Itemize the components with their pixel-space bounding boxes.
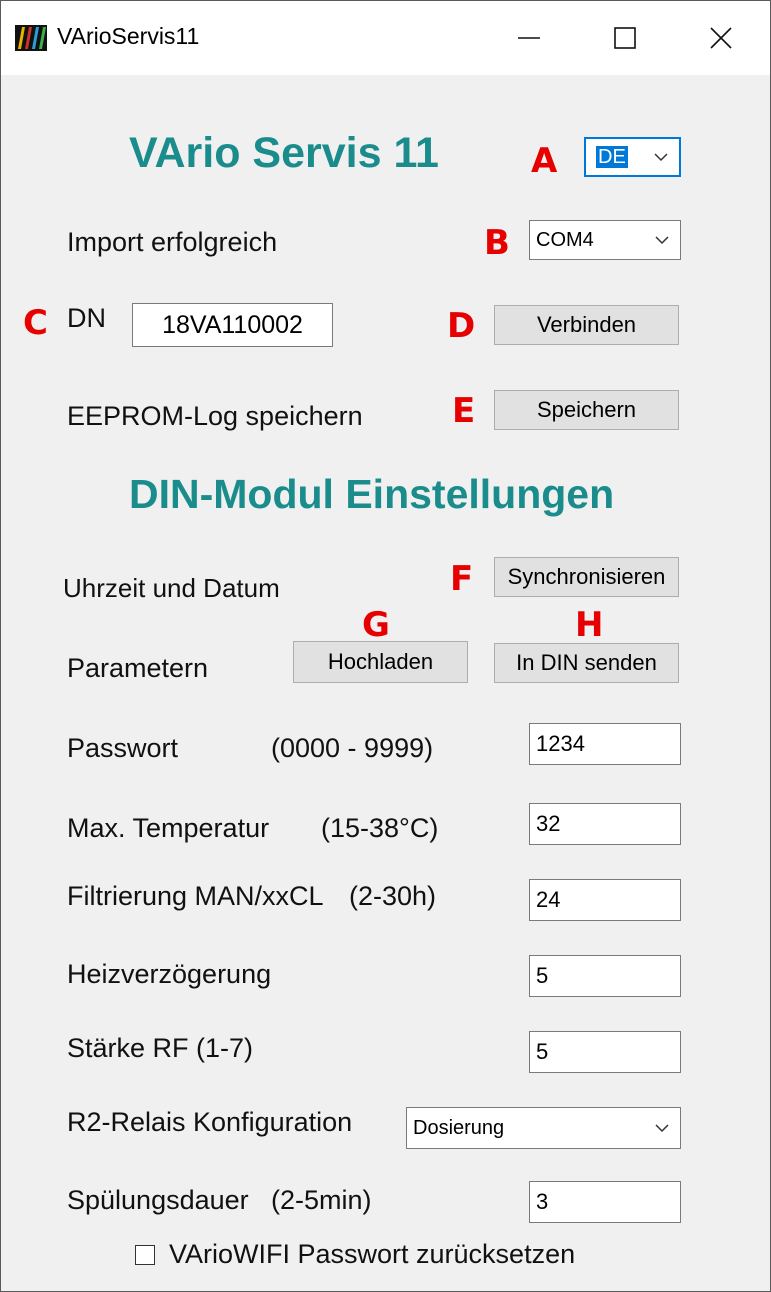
app-heading: VArio Servis 11 <box>129 129 439 177</box>
flush-duration-label: Spülungsdauer <box>67 1185 249 1215</box>
r2-relay-config-value: Dosierung <box>413 1116 505 1139</box>
parameters-label: Parametern <box>67 653 209 683</box>
chevron-down-icon <box>644 1123 680 1133</box>
minimize-icon <box>518 37 540 39</box>
marker-e: E <box>452 391 476 431</box>
dn-label: DN <box>67 303 106 333</box>
marker-d: D <box>447 306 476 346</box>
save-eeprom-button[interactable]: Speichern <box>494 390 679 430</box>
title-bar: VArioServis11 <box>1 1 770 75</box>
marker-f: F <box>450 559 474 599</box>
chevron-down-icon <box>644 235 680 245</box>
maximize-button[interactable] <box>577 1 673 75</box>
port-value: COM4 <box>536 228 594 251</box>
marker-h: H <box>575 605 604 645</box>
marker-a: A <box>531 141 558 181</box>
max-temperature-label: Max. Temperatur <box>67 813 270 843</box>
close-icon <box>710 27 732 49</box>
wifi-reset-checkbox[interactable] <box>135 1245 155 1265</box>
eeprom-log-label: EEPROM-Log speichern <box>67 401 363 431</box>
filtration-field[interactable]: 24 <box>529 879 681 921</box>
password-label: Passwort <box>67 733 179 763</box>
import-status: Import erfolgreich <box>67 227 278 257</box>
upload-button[interactable]: Hochladen <box>293 641 468 683</box>
filtration-label: Filtrierung MAN/xxCL <box>67 881 324 911</box>
close-button[interactable] <box>673 1 769 75</box>
app-window: VArioServis11 VArio Servis 11 A DE Impor… <box>0 0 771 1292</box>
window-title: VArioServis11 <box>57 23 200 49</box>
synchronize-button[interactable]: Synchronisieren <box>494 557 679 597</box>
dn-field[interactable]: 18VA110002 <box>132 303 333 347</box>
app-logo-icon <box>15 25 47 51</box>
heating-delay-label: Heizverzögerung <box>67 959 272 989</box>
maximize-icon <box>614 27 636 49</box>
r2-relay-config-label: R2-Relais Konfiguration <box>67 1107 353 1137</box>
marker-c: C <box>23 303 48 343</box>
max-temperature-range: (15-38°C) <box>321 813 439 843</box>
rf-strength-field[interactable]: 5 <box>529 1031 681 1073</box>
send-to-din-button[interactable]: In DIN senden <box>494 643 679 683</box>
r2-relay-config-select[interactable]: Dosierung <box>406 1107 681 1149</box>
flush-duration-range: (2-5min) <box>271 1185 372 1215</box>
filtration-range: (2-30h) <box>349 881 437 911</box>
password-range: (0000 - 9999) <box>271 733 434 763</box>
language-select[interactable]: DE <box>584 137 681 177</box>
flush-duration-field[interactable]: 3 <box>529 1181 681 1223</box>
minimize-button[interactable] <box>481 1 577 75</box>
port-select[interactable]: COM4 <box>529 220 681 260</box>
marker-b: B <box>484 223 510 263</box>
marker-g: G <box>362 605 390 645</box>
rf-strength-label: Stärke RF (1-7) <box>67 1033 254 1063</box>
time-date-label: Uhrzeit und Datum <box>63 573 280 603</box>
password-field[interactable]: 1234 <box>529 723 681 765</box>
connect-button[interactable]: Verbinden <box>494 305 679 345</box>
chevron-down-icon <box>643 152 679 162</box>
heating-delay-field[interactable]: 5 <box>529 955 681 997</box>
wifi-reset-label: VArioWIFI Passwort zurücksetzen <box>169 1239 576 1269</box>
language-value: DE <box>596 145 628 168</box>
din-section-heading: DIN-Modul Einstellungen <box>129 471 615 517</box>
max-temperature-field[interactable]: 32 <box>529 803 681 845</box>
